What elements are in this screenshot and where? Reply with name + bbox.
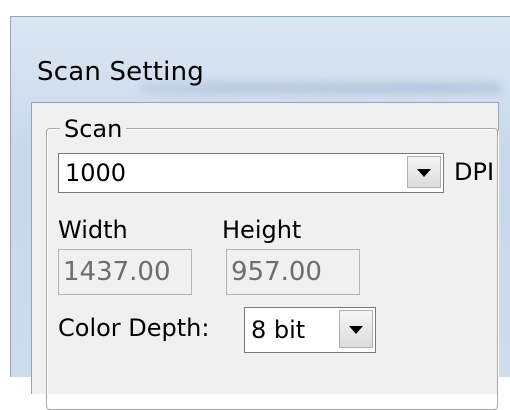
- width-label: Width: [58, 216, 128, 244]
- color-depth-dropdown[interactable]: 8 bit: [244, 307, 376, 353]
- chevron-down-icon: [349, 326, 363, 334]
- chevron-down-icon: [417, 169, 431, 177]
- dpi-dropdown-button[interactable]: [407, 156, 441, 188]
- scan-setting-window: Scan Setting Scan 1000 DPI Width Height …: [10, 16, 510, 410]
- color-depth-selected-value: 8 bit: [251, 316, 306, 344]
- dpi-unit-label: DPI: [454, 158, 495, 186]
- dialog-client-area: Scan 1000 DPI Width Height Color Depth: …: [31, 102, 499, 410]
- dpi-selected-value: 1000: [65, 159, 127, 187]
- width-field: [58, 249, 192, 295]
- window-title: Scan Setting: [37, 57, 204, 87]
- dpi-dropdown[interactable]: 1000: [58, 153, 444, 193]
- color-depth-label: Color Depth:: [58, 314, 210, 342]
- height-field: [226, 249, 360, 295]
- color-depth-dropdown-button[interactable]: [339, 310, 373, 348]
- scan-group-label: Scan: [60, 115, 127, 143]
- height-label: Height: [222, 216, 302, 244]
